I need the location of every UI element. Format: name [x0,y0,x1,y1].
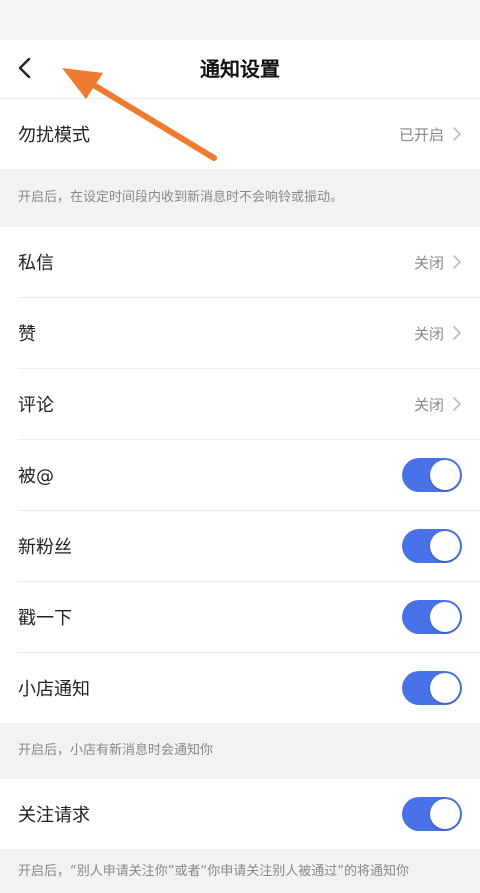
row-follow-request: 关注请求 [18,779,480,849]
notify-section: 私信 关闭 赞 关闭 评论 关闭 被@ 新粉丝 戳一下 小店通知 [0,227,480,723]
dnd-row[interactable]: 勿扰模式 已开启 [18,99,480,169]
dnd-label: 勿扰模式 [18,125,90,146]
row-new-followers: 新粉丝 [18,511,480,582]
row-label: 赞 [18,324,36,345]
status-strip [0,0,480,40]
row-label: 关注请求 [18,805,90,826]
row-value: 关闭 [413,324,444,343]
follow-description: 开启后，“别人申请关注你”或者“你申请关注别人被通过”的将通知你 [18,864,409,879]
mentions-toggle[interactable] [402,458,462,492]
shop-description: 开启后，小店有新消息时会通知你 [18,743,214,758]
dnd-description: 开启后，在设定时间段内收到新消息时不会响铃或振动。 [18,190,344,205]
poke-toggle[interactable] [402,600,462,634]
new-followers-toggle[interactable] [402,529,462,563]
row-label: 评论 [18,395,54,416]
toggle-knob [430,602,460,632]
row-right: 关闭 [414,394,462,415]
row-mentions: 被@ [18,440,480,511]
row-comments[interactable]: 评论 关闭 [18,369,480,440]
row-private-message[interactable]: 私信 关闭 [18,227,480,298]
dnd-value: 已开启 [398,125,444,144]
toggle-knob [430,460,460,490]
toggle-knob [430,673,460,703]
page-title: 通知设置 [200,57,280,81]
row-label: 被@ [18,466,54,487]
row-value: 关闭 [413,253,444,272]
chevron-right-icon [453,326,461,340]
toggle-knob [430,531,460,561]
toggle-knob [430,799,460,829]
chevron-right-icon [453,255,461,269]
nav-bar: 通知设置 [0,40,480,99]
dnd-section: 勿扰模式 已开启 [0,99,480,169]
follow-request-toggle[interactable] [402,797,462,831]
chevron-right-icon [453,397,461,411]
row-right: 关闭 [414,323,462,344]
row-value: 关闭 [413,395,444,414]
row-label: 私信 [18,253,54,274]
shop-notification-toggle[interactable] [402,671,462,705]
row-label: 新粉丝 [18,537,72,558]
follow-section: 关注请求 [0,779,480,849]
chevron-right-icon [453,127,461,141]
row-label: 小店通知 [18,679,90,700]
row-label: 戳一下 [18,608,72,629]
row-shop-notification: 小店通知 [18,653,480,723]
row-right: 关闭 [414,252,462,273]
dnd-right: 已开启 [399,124,462,145]
row-likes[interactable]: 赞 关闭 [18,298,480,369]
row-poke: 戳一下 [18,582,480,653]
